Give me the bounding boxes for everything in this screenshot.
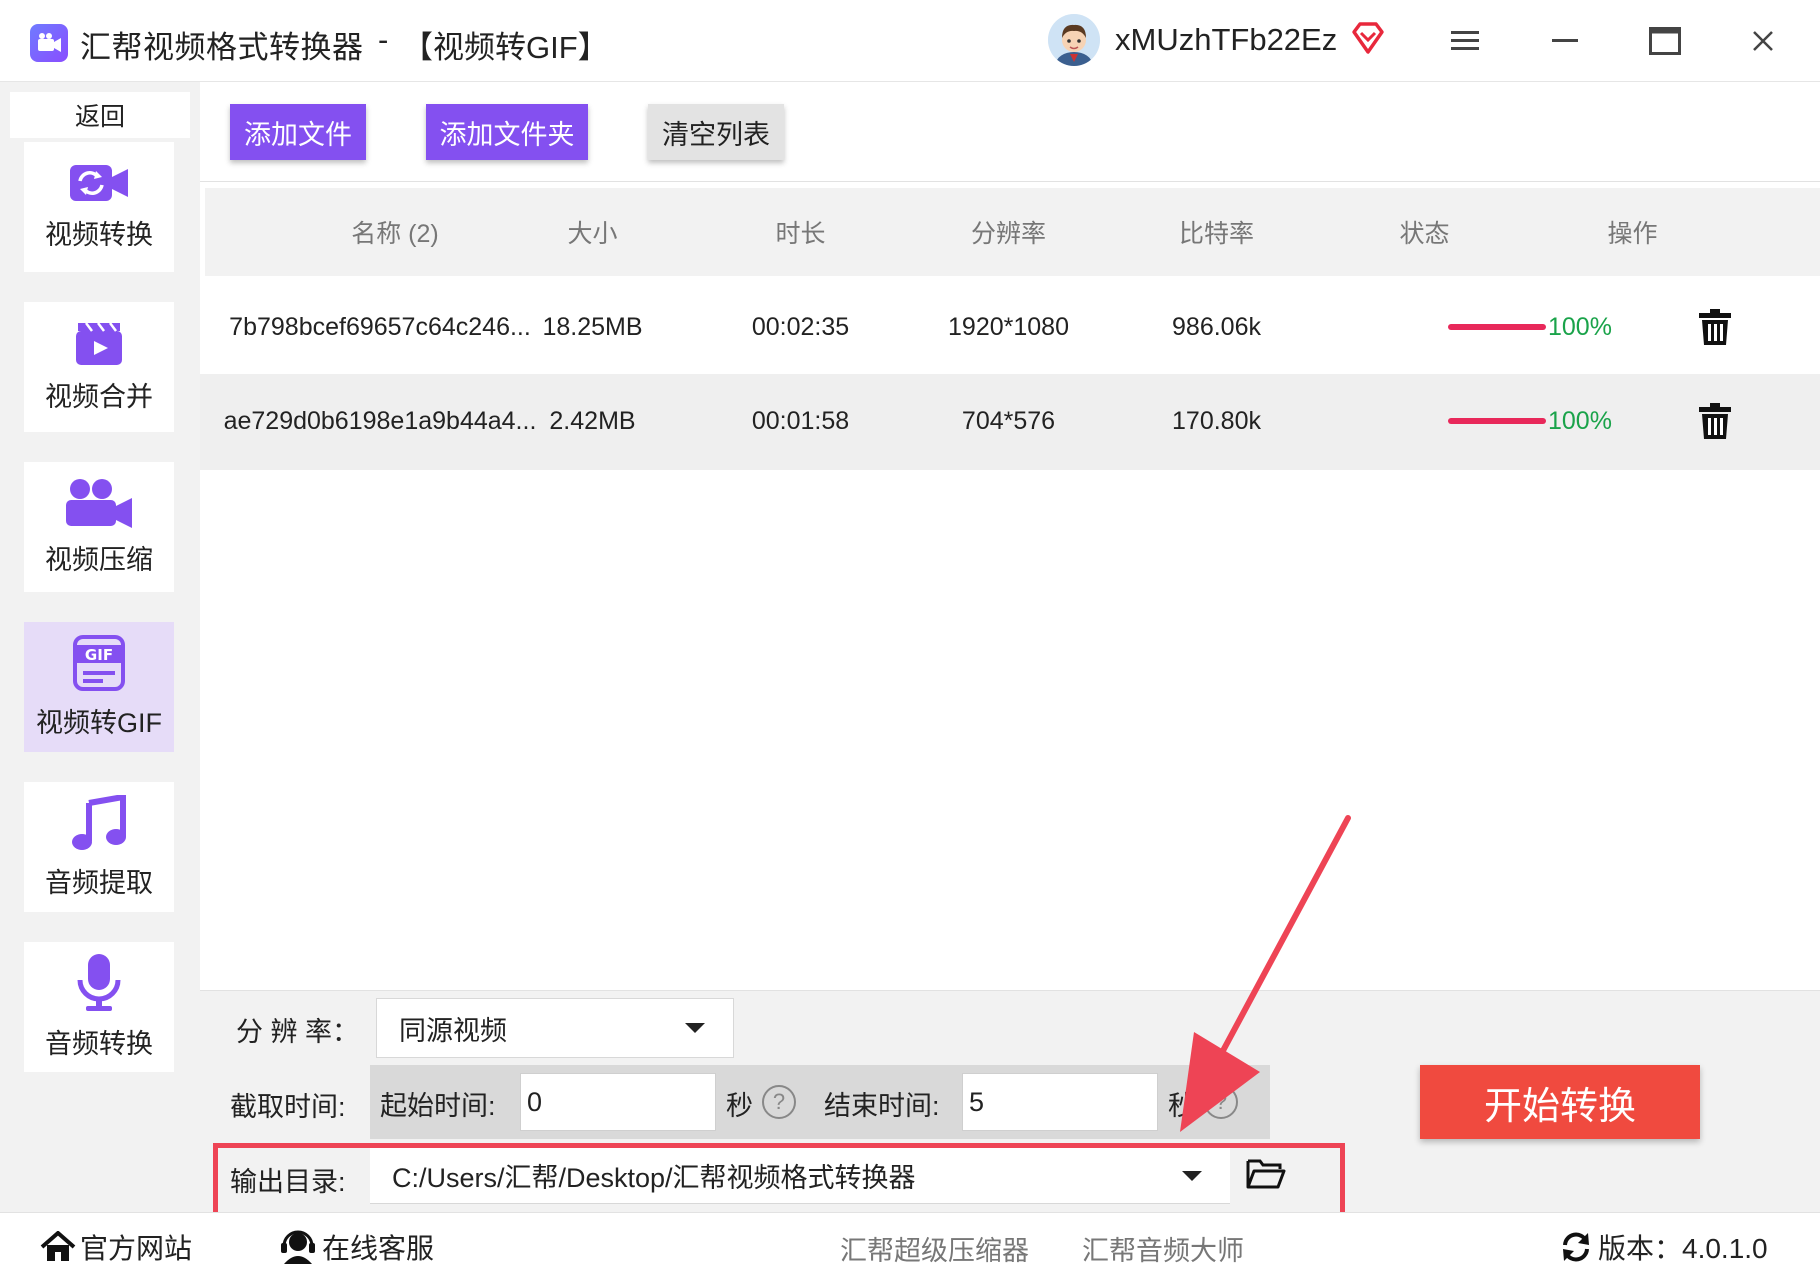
title-bar: 汇帮视频格式转换器 - 【视频转GIF】 xMUzhTFb22Ez xyxy=(0,0,1820,82)
annotation-arrow xyxy=(1180,815,1351,1132)
file-duration: 00:02:35 xyxy=(751,312,850,341)
title-separator: - xyxy=(378,22,389,57)
svg-text:GIF: GIF xyxy=(85,646,113,664)
sidebar: 返回 视频转换 视频合并 视频压缩 GIF 视频转GIF 音频提取 音频转换 xyxy=(0,82,200,1212)
video-compress-icon xyxy=(66,478,132,528)
start-time-input[interactable]: 0 xyxy=(520,1073,716,1131)
delete-icon[interactable] xyxy=(1690,374,1740,468)
refresh-icon xyxy=(1563,1232,1589,1262)
progress-indicator: 100% xyxy=(1448,280,1612,374)
headset-icon xyxy=(281,1230,315,1264)
back-button[interactable]: 返回 xyxy=(10,92,190,138)
progress-bar xyxy=(1448,324,1546,330)
table-row[interactable]: 7b798bcef69657c64c246... 18.25MB 00:02:3… xyxy=(200,280,1820,374)
sidebar-item-label: 视频压缩 xyxy=(45,544,153,575)
file-name: 7b798bcef69657c64c246... xyxy=(229,312,531,341)
progress-bar xyxy=(1448,418,1546,424)
microphone-icon xyxy=(77,953,121,1011)
progress-indicator: 100% xyxy=(1448,374,1612,468)
minimize-icon[interactable] xyxy=(1542,18,1588,64)
column-header-status: 状态 xyxy=(1399,220,1450,248)
official-website-label: 官方网站 xyxy=(80,1233,193,1264)
add-folder-button[interactable]: 添加文件夹 xyxy=(426,104,588,160)
sidebar-item-video-convert[interactable]: 视频转换 xyxy=(24,142,174,272)
resolution-label: 分 辨 率： xyxy=(236,1017,360,1047)
end-time-input[interactable]: 5 xyxy=(962,1073,1158,1131)
close-icon[interactable] xyxy=(1740,18,1786,64)
column-header-name[interactable]: 名称 (2) xyxy=(285,188,505,276)
music-note-icon xyxy=(72,794,126,850)
compressor-app-link[interactable]: 汇帮超级压缩器 xyxy=(840,1229,1029,1268)
video-convert-icon xyxy=(70,164,128,201)
chevron-down-icon xyxy=(685,1023,705,1033)
column-header-size[interactable]: 大小 xyxy=(505,188,680,276)
footer: 官方网站 在线客服 汇帮超级压缩器 汇帮音频大师 版本：4.0.1.0 xyxy=(0,1212,1820,1280)
sidebar-item-label: 视频转换 xyxy=(45,219,153,250)
end-time-label: 结束时间: xyxy=(824,1091,940,1121)
progress-text: 100% xyxy=(1548,406,1612,435)
table-row[interactable]: ae729d0b6198e1a9b44a4... 2.42MB 00:01:58… xyxy=(200,374,1820,470)
online-support-link[interactable]: 在线客服 xyxy=(280,1227,434,1267)
vip-diamond-icon[interactable] xyxy=(1350,20,1386,61)
username[interactable]: xMUzhTFb22Ez xyxy=(1115,22,1337,58)
start-time-label: 起始时间: xyxy=(380,1091,496,1121)
delete-icon[interactable] xyxy=(1690,280,1740,374)
official-website-link[interactable]: 官方网站 xyxy=(40,1227,192,1267)
help-icon[interactable]: ? xyxy=(762,1085,796,1119)
video-merge-icon xyxy=(76,321,122,365)
column-header-action: 操作 xyxy=(1607,220,1658,248)
resolution-select[interactable]: 同源视频 xyxy=(376,998,734,1058)
sidebar-item-audio-extract[interactable]: 音频提取 xyxy=(24,782,174,912)
file-size: 18.25MB xyxy=(542,312,643,341)
app-title: 汇帮视频格式转换器 xyxy=(80,30,364,65)
file-name: ae729d0b6198e1a9b44a4... xyxy=(223,406,537,435)
audio-master-app-link[interactable]: 汇帮音频大师 xyxy=(1082,1229,1244,1268)
sidebar-item-video-merge[interactable]: 视频合并 xyxy=(24,302,174,432)
sidebar-item-video-compress[interactable]: 视频压缩 xyxy=(24,462,174,592)
sidebar-item-label: 音频提取 xyxy=(45,867,153,898)
clip-time-label: 截取时间: xyxy=(230,1092,346,1122)
clip-time-group: 起始时间: 0 秒 ? 结束时间: 5 秒 ? xyxy=(370,1065,1270,1139)
sidebar-item-label: 视频合并 xyxy=(45,381,153,412)
file-resolution: 1920*1080 xyxy=(948,312,1069,341)
version-label: 版本：4.0.1.0 xyxy=(1598,1233,1768,1264)
add-file-button[interactable]: 添加文件 xyxy=(230,104,366,160)
toolbar: 添加文件 添加文件夹 清空列表 xyxy=(200,82,1820,182)
sidebar-item-audio-convert[interactable]: 音频转换 xyxy=(24,942,174,1072)
column-header-duration[interactable]: 时长 xyxy=(713,188,888,276)
sidebar-item-label: 视频转GIF xyxy=(36,707,162,738)
file-resolution: 704*576 xyxy=(961,406,1056,435)
home-icon xyxy=(40,1231,76,1261)
gif-icon: GIF xyxy=(73,634,125,691)
maximize-icon[interactable] xyxy=(1642,18,1688,64)
file-duration: 00:01:58 xyxy=(751,406,850,435)
column-header-resolution[interactable]: 分辨率 xyxy=(921,188,1096,276)
resolution-value: 同源视频 xyxy=(399,1015,507,1046)
sidebar-item-video-gif[interactable]: GIF 视频转GIF xyxy=(24,622,174,752)
version-info[interactable]: 版本：4.0.1.0 xyxy=(1560,1227,1768,1267)
user-avatar[interactable] xyxy=(1048,14,1100,66)
file-bitrate: 986.06k xyxy=(1172,312,1261,341)
progress-text: 100% xyxy=(1548,312,1612,341)
start-convert-button[interactable]: 开始转换 xyxy=(1420,1065,1700,1139)
start-time-unit: 秒 xyxy=(726,1091,753,1121)
current-mode-title: 【视频转GIF】 xyxy=(402,30,609,65)
file-bitrate: 170.80k xyxy=(1172,406,1261,435)
file-table-header: 名称 (2) 大小 时长 分辨率 比特率 状态 操作 xyxy=(205,188,1820,276)
menu-icon[interactable] xyxy=(1442,18,1488,64)
sidebar-item-label: 音频转换 xyxy=(45,1028,153,1059)
file-size: 2.42MB xyxy=(549,406,636,435)
column-header-bitrate[interactable]: 比特率 xyxy=(1129,188,1304,276)
online-support-label: 在线客服 xyxy=(322,1233,435,1264)
app-logo-icon xyxy=(30,24,68,62)
clear-list-button[interactable]: 清空列表 xyxy=(648,104,784,160)
